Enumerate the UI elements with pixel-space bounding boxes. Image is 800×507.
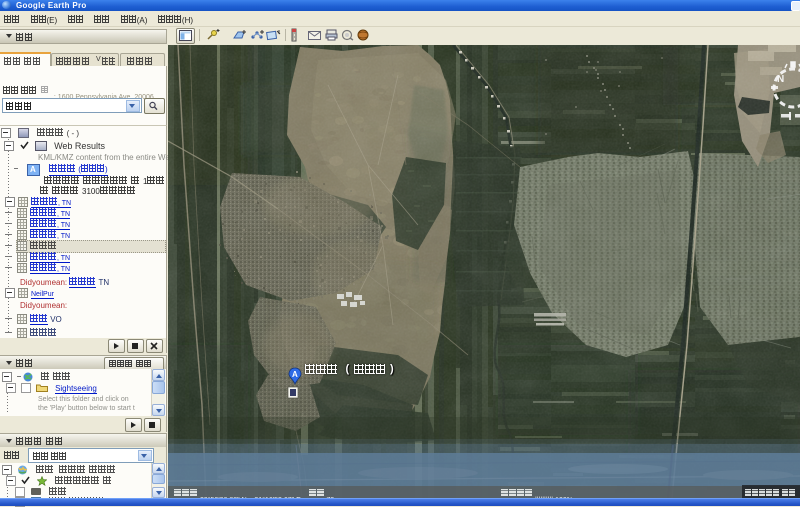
svg-text:A: A bbox=[292, 370, 298, 379]
svg-text:N: N bbox=[777, 74, 784, 85]
